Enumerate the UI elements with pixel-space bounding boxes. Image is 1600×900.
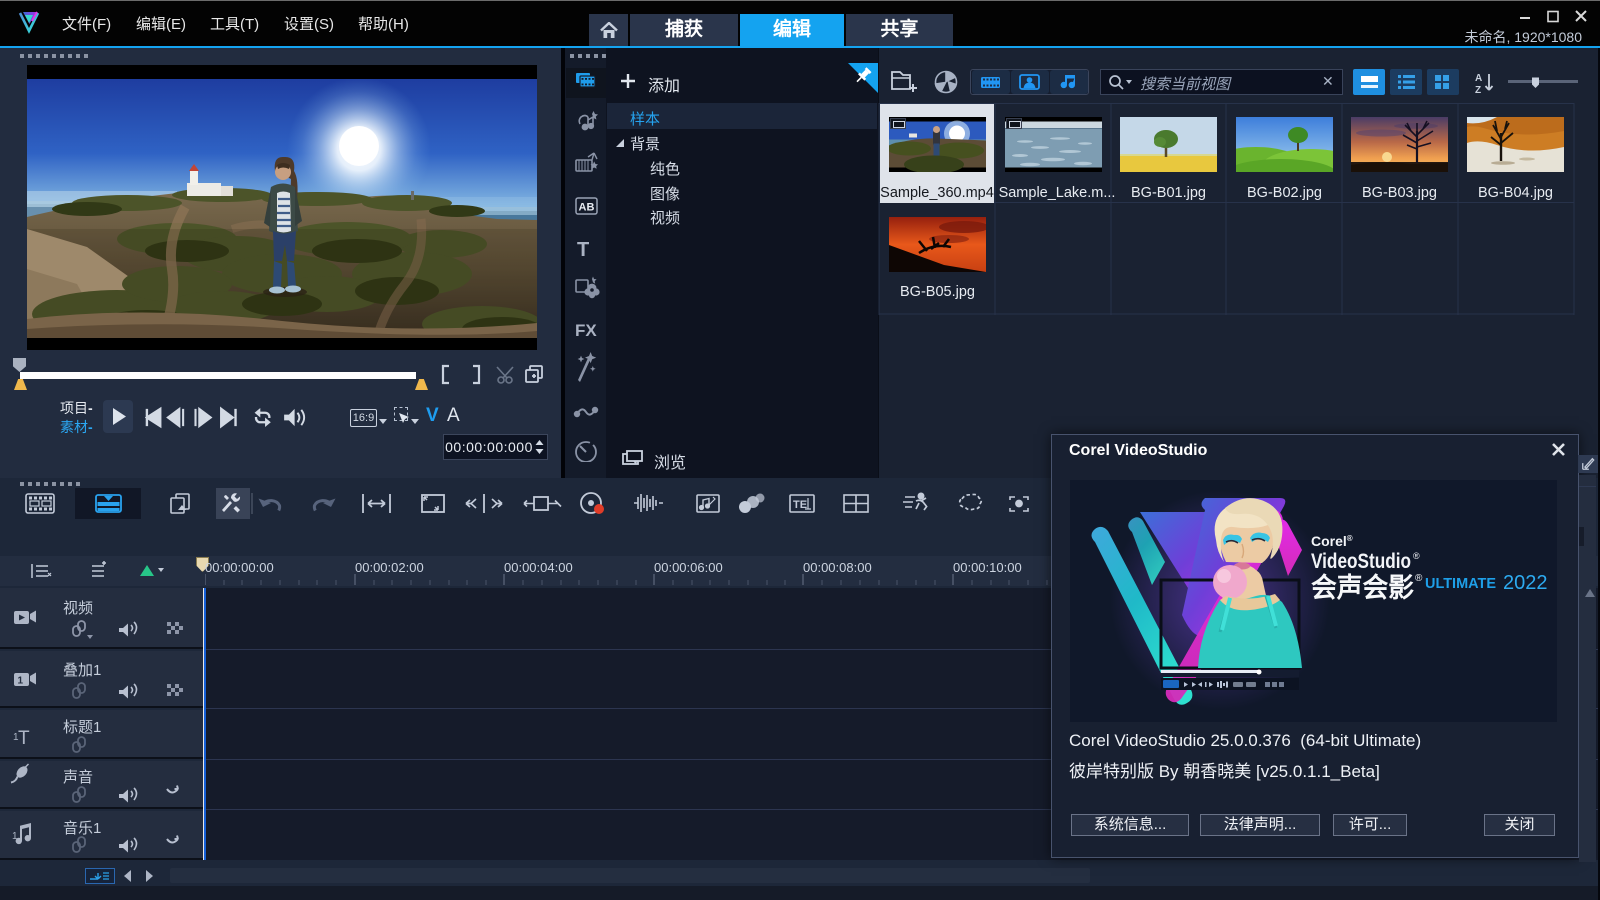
svg-text:A: A [1475,73,1482,84]
svg-text:TE: TE [793,499,807,511]
svg-text:FX: FX [575,321,597,340]
svg-text:VideoStudio: VideoStudio [1311,550,1411,573]
svg-text:T: T [577,239,589,261]
svg-text:AB: AB [579,202,595,214]
svg-text:2022: 2022 [1503,572,1548,594]
svg-text:®: ® [1415,573,1423,584]
svg-text:会声会影: 会声会影 [1311,573,1414,603]
svg-text:®: ® [1413,551,1420,561]
svg-text:T: T [18,728,30,749]
svg-text:ULTIMATE: ULTIMATE [1425,575,1496,592]
svg-text:Z: Z [1475,85,1481,96]
svg-text:Corel®: Corel® [1311,533,1353,549]
svg-text:1: 1 [18,676,24,687]
